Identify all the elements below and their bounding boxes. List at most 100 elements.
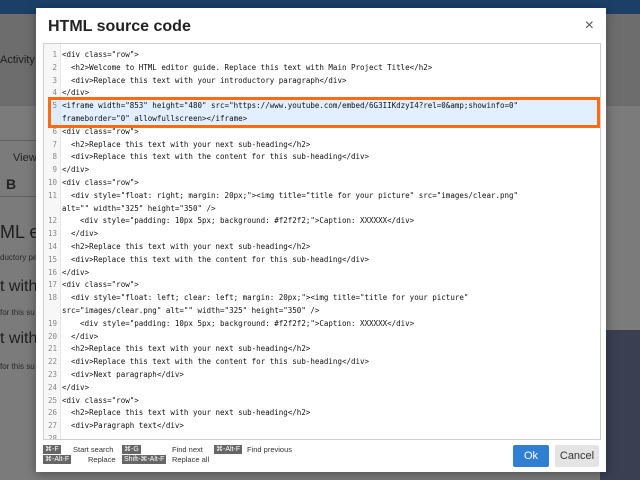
code-text: src="images/clear.png" alt="" width="325… — [62, 306, 320, 315]
ok-button[interactable]: Ok — [513, 445, 549, 467]
code-line[interactable]: 15 <div>Replace this text with the conte… — [44, 254, 592, 266]
code-line[interactable]: 27 <div>Paragraph text</div> — [44, 420, 592, 432]
line-number: 20 — [47, 331, 57, 341]
line-number: 11 — [47, 190, 57, 200]
shortcut-label: Find next — [172, 445, 203, 454]
code-text: <h2>Replace this text with your next sub… — [62, 139, 311, 149]
code-line[interactable]: 2 <h2>Welcome to HTML editor guide. Repl… — [44, 62, 592, 74]
code-line[interactable]: 14 <h2>Replace this text with your next … — [44, 241, 592, 253]
code-text: frameborder="0" allowfullscreen></iframe… — [62, 114, 248, 123]
code-line[interactable]: 7 <h2>Replace this text with your next s… — [44, 139, 592, 151]
line-number: 21 — [47, 344, 57, 354]
side-panel — [600, 330, 640, 480]
code-line[interactable]: 16 </div> — [44, 267, 592, 279]
shortcut-label: Start search — [73, 445, 114, 454]
code-text: <div class="row"> — [62, 395, 139, 405]
code-line[interactable]: 22 <div>Replace this text with the conte… — [44, 356, 592, 368]
cancel-button[interactable]: Cancel — [555, 445, 599, 467]
line-number: 16 — [47, 267, 57, 277]
code-line[interactable]: 24 </div> — [44, 382, 592, 394]
close-icon[interactable]: × — [585, 17, 594, 35]
line-number: 17 — [47, 280, 57, 290]
divider — [0, 140, 38, 141]
line-number: 22 — [47, 357, 57, 367]
code-text: <div class="row"> — [62, 178, 139, 187]
code-line[interactable]: 18 <div style="float: left; clear: left;… — [44, 292, 592, 304]
shortcut-key: Shift-⌘-Alt-F — [122, 455, 167, 464]
bold-button: B — [6, 176, 17, 192]
code-text: <div>Replace this text with the content … — [62, 152, 370, 162]
code-text: <div style="padding: 10px 5px; backgroun… — [62, 216, 415, 226]
code-text: <h2>Replace this text with your next sub… — [62, 242, 311, 251]
line-number: 10 — [47, 178, 57, 187]
shortcut-key: ⌘-Alt-F — [43, 455, 72, 464]
code-line[interactable]: 19 <div style="padding: 10px 5px; backgr… — [44, 318, 592, 330]
line-number: 9 — [52, 165, 57, 175]
code-text: <div>Replace this text with your introdu… — [62, 75, 347, 85]
shortcut-key: ⌘-G — [122, 445, 141, 454]
code-text: </div> — [62, 88, 90, 98]
code-text: </div> — [62, 229, 99, 239]
line-number: 2 — [52, 62, 57, 72]
code-text: <div>Replace this text with the content … — [62, 254, 370, 264]
code-line[interactable]: 25 <div class="row"> — [44, 395, 592, 407]
code-text: <h2>Replace this text with your next sub… — [62, 408, 311, 418]
subheading-text: t with — [0, 278, 38, 295]
shortcut-key: ⌘-F — [43, 445, 61, 454]
view-menu: View — [13, 152, 37, 164]
code-line[interactable]: 4 </div> — [44, 87, 592, 99]
code-text: <iframe width="853" height="480" src="ht… — [62, 101, 519, 111]
code-line[interactable]: 13 </div> — [44, 228, 592, 240]
divider — [0, 196, 38, 197]
code-editor[interactable]: 1 <div class="row"> 2 <h2>Welcome to HTML … — [43, 43, 601, 440]
code-line[interactable]: 10 <div class="row"> — [44, 177, 592, 189]
code-text: <div style="float: right; margin: 20px;"… — [62, 190, 519, 200]
line-number: 13 — [47, 229, 57, 239]
code-text: </div> — [62, 267, 90, 277]
line-number: 24 — [47, 382, 57, 392]
line-number: 25 — [47, 395, 57, 405]
line-number: 18 — [47, 293, 57, 303]
subheading-text: t with — [0, 330, 38, 347]
code-line[interactable]: 20 </div> — [44, 331, 592, 343]
html-source-dialog: HTML source code × 1 <div class="row"> 2 <… — [36, 8, 606, 472]
code-line[interactable]: frameborder="0" allowfullscreen></iframe… — [44, 113, 592, 125]
code-text: <div style="padding: 10px 5px; backgroun… — [62, 318, 415, 328]
shortcut-label: Replace — [88, 455, 116, 464]
code-line[interactable]: 23 <div>Next paragraph</div> — [44, 369, 592, 381]
code-text: <div class="row"> — [62, 126, 139, 136]
code-line[interactable]: 9 </div> — [44, 164, 592, 176]
code-text: <div style="float: left; clear: left; ma… — [62, 293, 469, 303]
line-number: 19 — [47, 318, 57, 328]
code-line[interactable]: src="images/clear.png" alt="" width="325… — [44, 305, 592, 317]
body-text: for this su — [0, 308, 35, 317]
line-number: 5 — [52, 101, 57, 111]
code-line[interactable]: 6 <div class="row"> — [44, 126, 592, 138]
line-number: 8 — [52, 152, 57, 162]
code-line[interactable]: 26 <h2>Replace this text with your next … — [44, 407, 592, 419]
code-text: <div>Paragraph text</div> — [62, 421, 184, 431]
shortcut-key: ⌘-Alt-F — [214, 445, 243, 454]
line-number: 4 — [52, 88, 57, 98]
line-number: 26 — [47, 408, 57, 418]
code-line[interactable]: 8 <div>Replace this text with the conten… — [44, 151, 592, 163]
line-number: 7 — [52, 139, 57, 149]
line-number: 23 — [47, 370, 57, 379]
code-line[interactable]: 3 <div>Replace this text with your intro… — [44, 75, 592, 87]
code-text: <div>Replace this text with the content … — [62, 357, 370, 367]
line-number: 27 — [47, 421, 57, 431]
code-text: <div>Next paragraph</div> — [62, 370, 184, 379]
code-line[interactable]: 21 <h2>Replace this text with your next … — [44, 343, 592, 355]
code-text: <h2>Replace this text with your next sub… — [62, 344, 311, 354]
code-line[interactable]: 17 <div class="row"> — [44, 279, 592, 291]
code-line[interactable]: 5 <iframe width="853" height="480" src="h… — [44, 100, 592, 112]
code-text: <div class="row"> — [62, 280, 139, 290]
code-line[interactable]: alt="" width="325" height="350" /> — [44, 203, 592, 215]
body-text: for this su — [0, 362, 35, 371]
code-line[interactable]: 11 <div style="float: right; margin: 20p… — [44, 190, 592, 202]
code-line[interactable]: 1 <div class="row"> — [44, 49, 592, 61]
code-text: </div> — [62, 382, 90, 392]
code-text: </div> — [62, 331, 99, 341]
code-line[interactable]: 12 <div style="padding: 10px 5px; backgr… — [44, 215, 592, 227]
dialog-title: HTML source code — [48, 18, 191, 35]
